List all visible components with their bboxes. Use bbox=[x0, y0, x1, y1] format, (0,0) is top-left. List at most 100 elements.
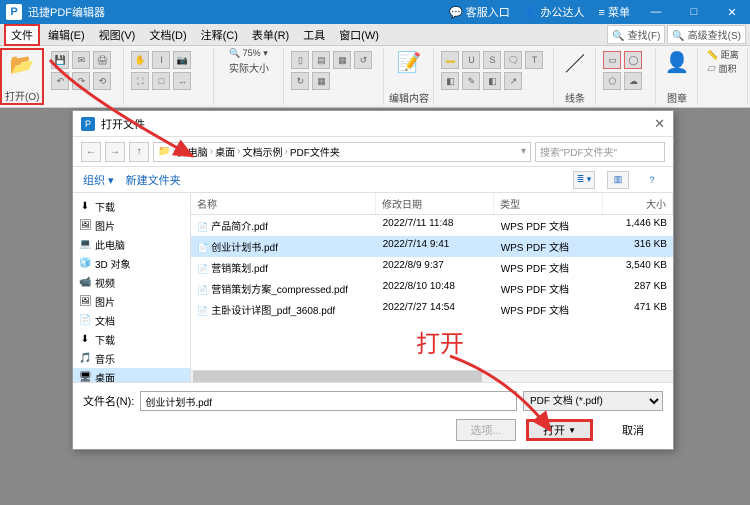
print-icon[interactable]: 🖨 bbox=[93, 51, 111, 69]
sidebar-item[interactable]: 📄文档 bbox=[73, 311, 190, 330]
sidebar-item[interactable]: 🖼图片 bbox=[73, 216, 190, 235]
menu-doc[interactable]: 文档(D) bbox=[143, 25, 192, 45]
view-mode-icon[interactable]: ≣ ▾ bbox=[573, 171, 595, 189]
snapshot-icon[interactable]: 📷 bbox=[173, 51, 191, 69]
preview-pane-icon[interactable]: ▥ bbox=[607, 171, 629, 189]
callout-icon[interactable]: ◧ bbox=[441, 72, 459, 90]
rotate-left-icon[interactable]: ↺ bbox=[354, 51, 372, 69]
undo-icon[interactable]: ↶ bbox=[51, 72, 69, 90]
col-type[interactable]: 类型 bbox=[494, 193, 603, 214]
menubar: 文件 编辑(E) 视图(V) 文档(D) 注释(C) 表单(R) 工具 窗口(W… bbox=[0, 24, 750, 46]
user-icon[interactable]: 👤 办公达人 bbox=[524, 4, 585, 20]
zoom-in-icon[interactable]: 🔍 75% ▾ bbox=[229, 48, 269, 59]
facing-icon[interactable]: ▦ bbox=[333, 51, 351, 69]
file-list: 名称 修改日期 类型 大小 📄产品简介.pdf2022/7/11 11:48WP… bbox=[191, 193, 673, 382]
col-name[interactable]: 名称 bbox=[191, 193, 376, 214]
menu-tool[interactable]: 工具 bbox=[297, 25, 331, 45]
find-field[interactable]: 🔍 查找(F) bbox=[607, 25, 665, 44]
ribbon-stamp[interactable]: 👤 图章 bbox=[656, 48, 698, 105]
file-row[interactable]: 📄营销策划方案_compressed.pdf2022/8/10 10:48WPS… bbox=[191, 278, 673, 299]
col-date[interactable]: 修改日期 bbox=[376, 193, 494, 214]
ribbon-edit-content[interactable]: 📝 编辑内容 bbox=[384, 48, 434, 105]
folder-icon: 🖼 bbox=[79, 296, 91, 307]
cancel-button[interactable]: 取消 bbox=[603, 419, 663, 441]
file-type-filter[interactable]: PDF 文档 (*.pdf) bbox=[523, 391, 663, 411]
save-icon[interactable]: 💾 bbox=[51, 51, 69, 69]
filename-input[interactable] bbox=[140, 391, 517, 411]
pencil-icon[interactable]: ✎ bbox=[462, 72, 480, 90]
dialog-search-input[interactable]: 搜索"PDF文件夹" bbox=[535, 142, 665, 162]
menu-form[interactable]: 表单(R) bbox=[246, 25, 295, 45]
fit-icon[interactable]: ⛶ bbox=[131, 72, 149, 90]
cloud-icon[interactable]: ☁ bbox=[624, 72, 642, 90]
grid-icon[interactable]: ▦ bbox=[312, 72, 330, 90]
sidebar-item[interactable]: 📹视频 bbox=[73, 273, 190, 292]
folder-icon: 🧊 bbox=[79, 258, 91, 269]
dialog-title: 打开文件 bbox=[101, 116, 145, 132]
minimize-icon[interactable]: — bbox=[644, 6, 668, 18]
dialog-close-icon[interactable]: ✕ bbox=[654, 116, 665, 132]
options-button[interactable]: 选项... bbox=[456, 419, 516, 441]
line-shape-icon: ／ bbox=[561, 48, 589, 76]
menu-edit[interactable]: 编辑(E) bbox=[42, 25, 91, 45]
rotate-icon[interactable]: ⟲ bbox=[93, 72, 111, 90]
sidebar-item[interactable]: ⬇下载 bbox=[73, 197, 190, 216]
mail-icon[interactable]: ✉ bbox=[72, 51, 90, 69]
menu-view[interactable]: 视图(V) bbox=[93, 25, 142, 45]
sidebar-item[interactable]: 🖥桌面 bbox=[73, 368, 190, 382]
chat-icon[interactable]: 💬 客服入口 bbox=[449, 4, 510, 20]
ribbon-open-button[interactable]: 📂 打开(O) bbox=[0, 48, 44, 105]
close-icon[interactable]: ✕ bbox=[720, 6, 744, 19]
menu-file[interactable]: 文件 bbox=[4, 24, 40, 46]
folder-icon: 💻 bbox=[79, 239, 91, 250]
organize-menu[interactable]: 组织 ▾ bbox=[83, 172, 114, 188]
textbox-icon[interactable]: T bbox=[525, 51, 543, 69]
horizontal-scrollbar[interactable] bbox=[191, 370, 673, 382]
eraser-icon[interactable]: ◧ bbox=[483, 72, 501, 90]
file-row[interactable]: 📄主卧设计详图_pdf_3608.pdf2022/7/27 14:54WPS P… bbox=[191, 299, 673, 320]
hand-icon[interactable]: ✋ bbox=[131, 51, 149, 69]
arrow-icon[interactable]: ↗ bbox=[504, 72, 522, 90]
rotate-right-icon[interactable]: ↻ bbox=[291, 72, 309, 90]
rect-icon[interactable]: ▭ bbox=[603, 51, 621, 69]
file-row[interactable]: 📄产品简介.pdf2022/7/11 11:48WPS PDF 文档1,446 … bbox=[191, 215, 673, 236]
ribbon-lines[interactable]: ／ 线条 bbox=[554, 48, 596, 105]
redo-icon[interactable]: ↷ bbox=[72, 72, 90, 90]
breadcrumb[interactable]: 📁 › 此电脑› 桌面› 文档示例› PDF文件夹 ▾ bbox=[153, 142, 531, 162]
sidebar-item[interactable]: 💻此电脑 bbox=[73, 235, 190, 254]
col-size[interactable]: 大小 bbox=[603, 193, 673, 214]
sidebar-item[interactable]: 🧊3D 对象 bbox=[73, 254, 190, 273]
advanced-find-field[interactable]: 🔍 高级查找(S) bbox=[667, 25, 746, 44]
note-icon[interactable]: 🗨 bbox=[504, 51, 522, 69]
file-row[interactable]: 📄营销策划.pdf2022/8/9 9:37WPS PDF 文档3,540 KB bbox=[191, 257, 673, 278]
help-icon[interactable]: ? bbox=[641, 171, 663, 189]
folder-sidebar: ⬇下载🖼图片💻此电脑🧊3D 对象📹视频🖼图片📄文档⬇下载🎵音乐🖥桌面 bbox=[73, 193, 191, 382]
oval-icon[interactable]: ◯ bbox=[624, 51, 642, 69]
maximize-icon[interactable]: □ bbox=[682, 6, 706, 18]
folder-open-icon: 📂 bbox=[8, 50, 36, 78]
area-tool[interactable]: ▱ 面积 bbox=[707, 62, 739, 75]
strike-icon[interactable]: S bbox=[483, 51, 501, 69]
sidebar-item[interactable]: ⬇下载 bbox=[73, 330, 190, 349]
nav-up-icon[interactable]: ↑ bbox=[129, 142, 149, 162]
edit-content-icon: 📝 bbox=[395, 48, 423, 76]
menu-window[interactable]: 窗口(W) bbox=[333, 25, 385, 45]
page-icon[interactable]: □ bbox=[152, 72, 170, 90]
nav-back-icon[interactable]: ← bbox=[81, 142, 101, 162]
open-button[interactable]: 打开 ▼ bbox=[526, 419, 593, 441]
select-icon[interactable]: I bbox=[152, 51, 170, 69]
single-page-icon[interactable]: ▯ bbox=[291, 51, 309, 69]
file-row[interactable]: 📄创业计划书.pdf2022/7/14 9:41WPS PDF 文档316 KB bbox=[191, 236, 673, 257]
width-icon[interactable]: ↔ bbox=[173, 72, 191, 90]
highlight-icon[interactable]: ▬ bbox=[441, 51, 459, 69]
sidebar-item[interactable]: 🖼图片 bbox=[73, 292, 190, 311]
menu-icon[interactable]: ≡ 菜单 bbox=[599, 4, 630, 20]
distance-tool[interactable]: 📏 距离 bbox=[707, 48, 739, 61]
menu-comment[interactable]: 注释(C) bbox=[195, 25, 244, 45]
nav-fwd-icon[interactable]: → bbox=[105, 142, 125, 162]
new-folder-button[interactable]: 新建文件夹 bbox=[126, 172, 181, 188]
sidebar-item[interactable]: 🎵音乐 bbox=[73, 349, 190, 368]
poly-icon[interactable]: ⬠ bbox=[603, 72, 621, 90]
cont-page-icon[interactable]: ▤ bbox=[312, 51, 330, 69]
underline-icon[interactable]: U bbox=[462, 51, 480, 69]
